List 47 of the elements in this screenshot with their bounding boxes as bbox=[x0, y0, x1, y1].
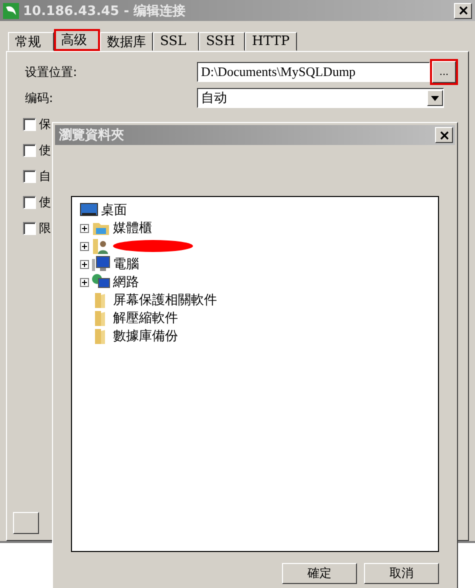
checkbox[interactable] bbox=[23, 170, 36, 182]
caret-icon bbox=[431, 96, 439, 100]
close-icon bbox=[458, 6, 468, 15]
tab[interactable]: 常规 bbox=[8, 32, 54, 51]
browse-button[interactable]: ... bbox=[432, 61, 456, 83]
option-label: 使 bbox=[39, 142, 51, 158]
button-background bbox=[13, 512, 39, 534]
tab[interactable]: 高级 bbox=[54, 29, 100, 51]
tree-item[interactable]: 桌面 bbox=[101, 201, 127, 219]
tree-item[interactable]: 屏幕保護相關軟件 bbox=[113, 291, 217, 309]
close-button[interactable] bbox=[435, 127, 453, 143]
tab[interactable]: SSL bbox=[153, 32, 199, 51]
field-label: 设置位置: bbox=[25, 64, 78, 80]
tab[interactable]: HTTP bbox=[245, 32, 297, 51]
computer-icon bbox=[92, 256, 110, 272]
field-label: 编码: bbox=[25, 90, 54, 106]
tree-item[interactable]: 媒體櫃 bbox=[113, 219, 152, 237]
option-label: 自 bbox=[39, 168, 51, 184]
tab[interactable]: SSH bbox=[199, 32, 245, 51]
tab[interactable]: 数据库 bbox=[100, 32, 153, 51]
checkbox[interactable] bbox=[23, 222, 36, 234]
checkbox[interactable] bbox=[23, 196, 36, 208]
network-icon bbox=[92, 274, 110, 290]
tree-item[interactable]: 網路 bbox=[113, 273, 139, 291]
close-icon bbox=[440, 130, 448, 140]
tree-item[interactable]: 解壓縮軟件 bbox=[113, 309, 178, 327]
folder-icon bbox=[92, 220, 110, 236]
monitor-icon bbox=[80, 203, 98, 217]
expand-toggle[interactable] bbox=[80, 260, 89, 268]
option-label: 使 bbox=[39, 194, 51, 210]
encoding-dropdown[interactable]: 自动 bbox=[197, 88, 444, 108]
expand-toggle[interactable] bbox=[80, 242, 89, 250]
checkbox[interactable] bbox=[23, 118, 36, 130]
window-title: 10.186.43.45 - 编辑连接 bbox=[23, 2, 187, 20]
expand-toggle[interactable] bbox=[80, 278, 89, 286]
option-label: 保 bbox=[39, 116, 51, 132]
user-folder-icon bbox=[92, 238, 110, 254]
tree-item[interactable]: 數據庫備份 bbox=[113, 327, 178, 345]
tree-item[interactable]: 電腦 bbox=[113, 255, 139, 273]
close-button[interactable] bbox=[454, 2, 472, 18]
option-label: 限 bbox=[39, 220, 51, 236]
path-field[interactable]: D:\Documents\MySQLDump bbox=[197, 62, 430, 82]
dialog-button[interactable]: 確定 bbox=[282, 563, 357, 584]
checkbox[interactable] bbox=[23, 144, 36, 156]
dialog-button[interactable]: 取消 bbox=[364, 563, 439, 584]
expand-toggle[interactable] bbox=[80, 224, 89, 232]
dialog-title: 瀏覽資料夾 bbox=[59, 127, 125, 144]
